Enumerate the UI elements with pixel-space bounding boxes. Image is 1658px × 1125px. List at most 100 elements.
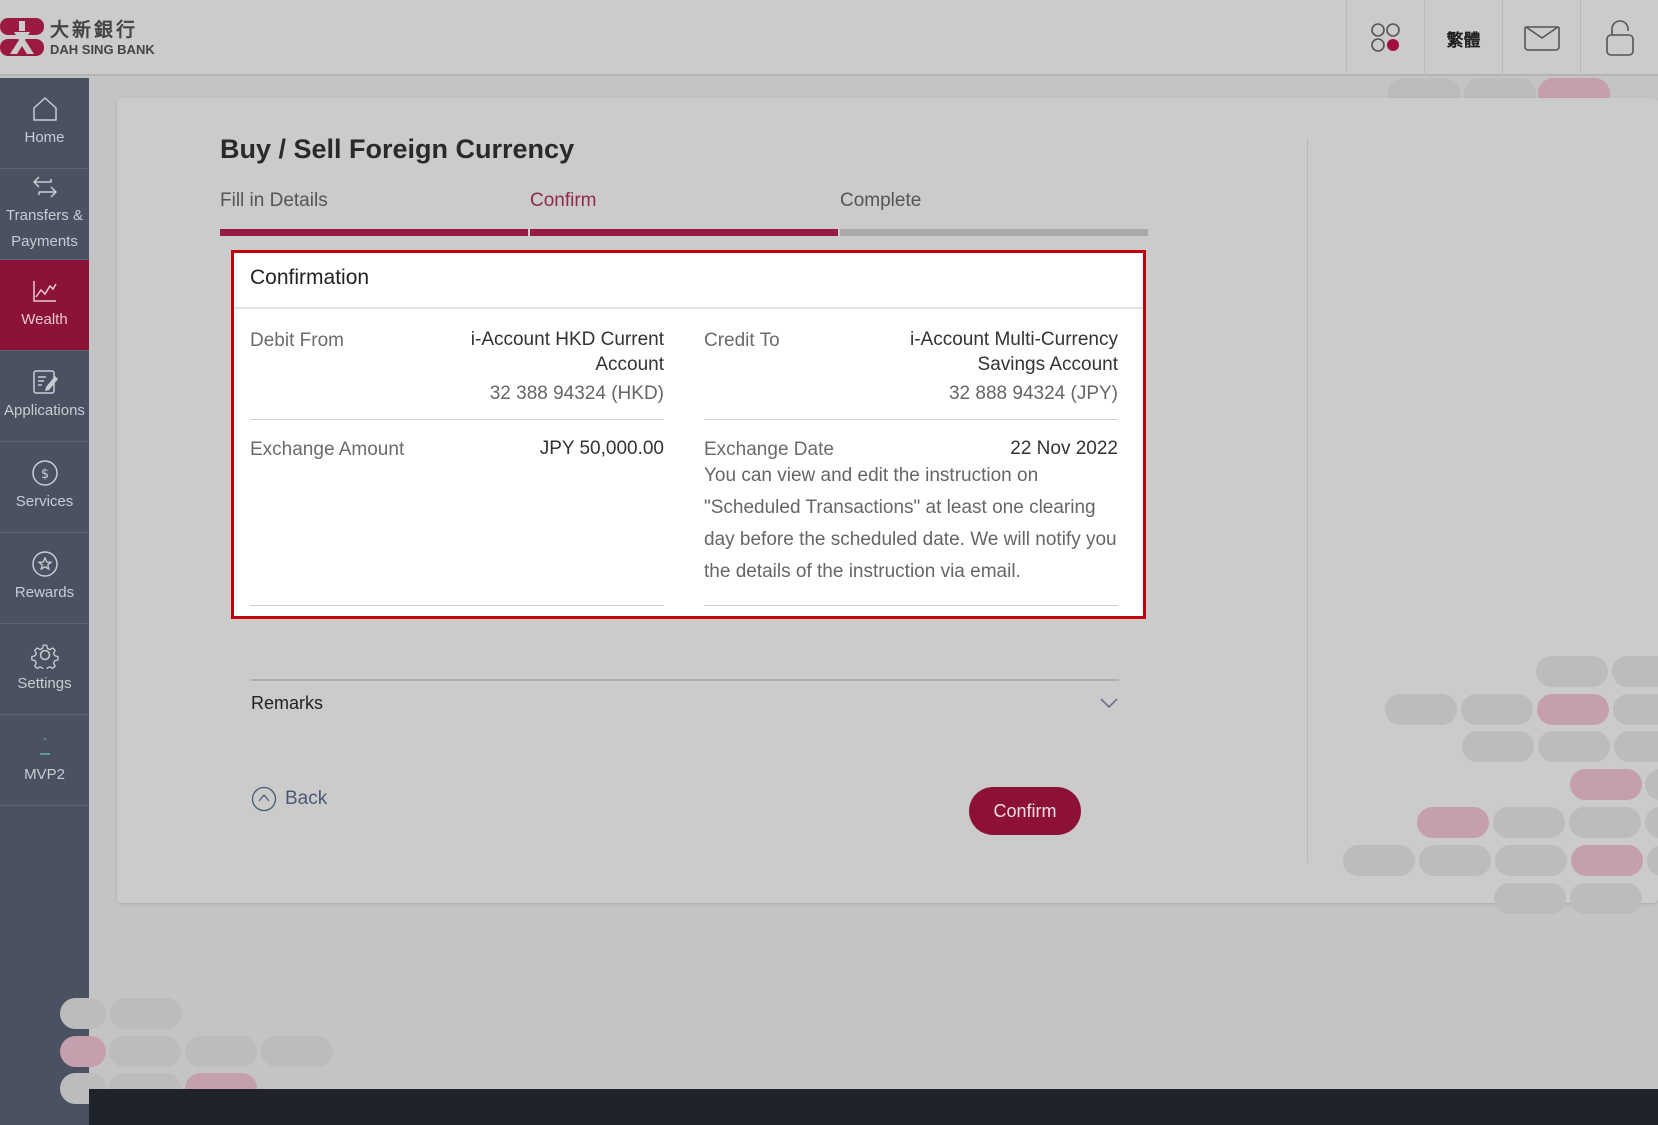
decorative-pill [1612, 656, 1658, 687]
decorative-pill [1613, 694, 1658, 725]
decorative-pill [1569, 807, 1641, 838]
bank-logo[interactable]: 大新銀行 DAH SING BANK [0, 18, 155, 58]
decorative-pill [1537, 694, 1609, 725]
sidebar-item-settings[interactable]: Settings [0, 624, 89, 715]
column-divider [1307, 138, 1308, 863]
chart-line-icon [32, 281, 57, 302]
chevron-down-icon[interactable] [1099, 697, 1119, 709]
credit-account-number: 32 888 94324 (JPY) [948, 383, 1118, 404]
decorative-pill [110, 998, 182, 1029]
decorative-pill [1417, 807, 1489, 838]
credit-to-label: Credit To [704, 330, 780, 351]
decorative-pill [1419, 845, 1491, 876]
sidebar-item-home[interactable]: Home [0, 78, 89, 169]
edit-form-icon [32, 370, 58, 394]
sidebar-item-label: MVP2 [24, 766, 65, 783]
decorative-pill [1536, 656, 1608, 687]
sidebar-item-label: Wealth [21, 311, 68, 328]
apps-button[interactable] [1346, 0, 1424, 76]
mail-icon [1523, 26, 1560, 51]
step-label: Confirm [530, 190, 597, 211]
debit-from-row: Debit From i-Account HKD Current Account… [250, 311, 664, 420]
step-complete: Complete [840, 190, 1150, 236]
debit-from-label: Debit From [250, 330, 344, 351]
top-header: 大新銀行 DAH SING BANK 繁體 [0, 0, 1658, 76]
sidebar-item-wealth[interactable]: Wealth [0, 260, 89, 351]
home-icon [32, 97, 57, 121]
page-title: Buy / Sell Foreign Currency [220, 134, 575, 164]
language-toggle-button[interactable]: 繁體 [1424, 0, 1502, 76]
back-button[interactable]: Back [251, 786, 327, 812]
credit-to-row: Credit To i-Account Multi-Currency Savin… [704, 311, 1118, 420]
decorative-pill [185, 1036, 257, 1067]
page-footer [89, 1089, 1658, 1125]
exchange-amount-row: Exchange Amount JPY 50,000.00 [250, 420, 664, 606]
sidebar-item-transfers-payments[interactable]: Transfers & Payments [0, 169, 89, 260]
credit-account-name-line1: i-Account Multi-Currency [910, 329, 1118, 350]
decorative-pill [1571, 845, 1643, 876]
sidebar-item-label: Transfers & Payments [6, 207, 83, 250]
decorative-pill [1614, 731, 1658, 762]
decorative-pill [1570, 769, 1642, 800]
confirm-button[interactable]: Confirm [969, 787, 1081, 835]
back-label: Back [285, 788, 328, 809]
mvp-icon [39, 737, 50, 755]
confirmation-left-column: Debit From i-Account HKD Current Account… [250, 311, 664, 606]
decorative-pill [60, 998, 106, 1029]
transfer-arrows-icon [32, 176, 57, 198]
step-progress-bar [840, 229, 1148, 236]
credit-account-name-line2: Savings Account [977, 354, 1118, 375]
decorative-pill [1570, 883, 1642, 914]
remarks-accordion[interactable]: Remarks [251, 679, 1119, 725]
sidebar-item-label: Home [24, 129, 65, 146]
step-progress-bar [530, 229, 838, 236]
sidebar-item-applications[interactable]: Applications [0, 351, 89, 442]
dollar-circle-icon: $ [31, 460, 58, 486]
sidebar-item-label: Rewards [14, 584, 75, 601]
sidebar-item-services[interactable]: $ Services [0, 442, 89, 533]
confirmation-title: Confirmation [234, 253, 1143, 309]
decorative-pill [1462, 731, 1534, 762]
decorative-pill [1538, 731, 1610, 762]
progress-stepper: Fill in Details Confirm Complete [220, 190, 1150, 236]
decorative-pill [109, 1036, 181, 1067]
decorative-pill [1494, 883, 1566, 914]
confirmation-right-column: Credit To i-Account Multi-Currency Savin… [704, 311, 1118, 606]
decorative-pill [1385, 694, 1457, 725]
chevron-up-circle-icon [251, 786, 277, 812]
brand-name-english: DAH SING BANK [50, 41, 155, 57]
decorative-pill [1493, 807, 1565, 838]
decorative-pill [60, 1036, 106, 1067]
confirmation-panel: Confirmation Debit From i-Account HKD Cu… [231, 250, 1146, 619]
logout-button[interactable] [1580, 0, 1658, 76]
step-fill-in-details: Fill in Details [220, 190, 530, 236]
scheduled-transaction-note: You can view and edit the instruction on… [704, 465, 1117, 582]
step-label: Fill in Details [220, 190, 328, 211]
svg-text:$: $ [40, 467, 48, 482]
sidebar-item-rewards[interactable]: Rewards [0, 533, 89, 624]
messages-button[interactable] [1502, 0, 1580, 76]
debit-account-name-line2: Account [595, 354, 664, 375]
unlock-icon [1605, 20, 1634, 56]
brand-name-chinese: 大新銀行 [50, 19, 139, 41]
sidebar-item-label: Services [15, 493, 74, 510]
decorative-pill [1495, 845, 1567, 876]
gear-icon [30, 644, 59, 669]
sidebar-nav: Home Transfers & Payments Wealth Applicat… [0, 78, 89, 1125]
apps-grid-icon [1370, 23, 1400, 52]
step-progress-bar [220, 229, 528, 236]
debit-account-name-line1: i-Account HKD Current [470, 329, 664, 350]
exchange-amount-value: JPY 50,000.00 [539, 438, 664, 459]
debit-account-number: 32 388 94324 (HKD) [489, 383, 664, 404]
sidebar-item-mvp2[interactable]: MVP2 [0, 715, 89, 806]
sidebar-item-label: Applications [4, 402, 85, 419]
language-label: 繁體 [1446, 30, 1481, 50]
decorative-pill [261, 1036, 333, 1067]
star-circle-icon [31, 551, 58, 577]
step-label: Complete [840, 190, 922, 211]
decorative-pill [1461, 694, 1533, 725]
decorative-pill [1343, 845, 1415, 876]
step-confirm: Confirm [530, 190, 840, 236]
exchange-date-row: Exchange Date 22 Nov 2022 You can view a… [704, 420, 1118, 606]
remarks-label: Remarks [251, 692, 324, 713]
